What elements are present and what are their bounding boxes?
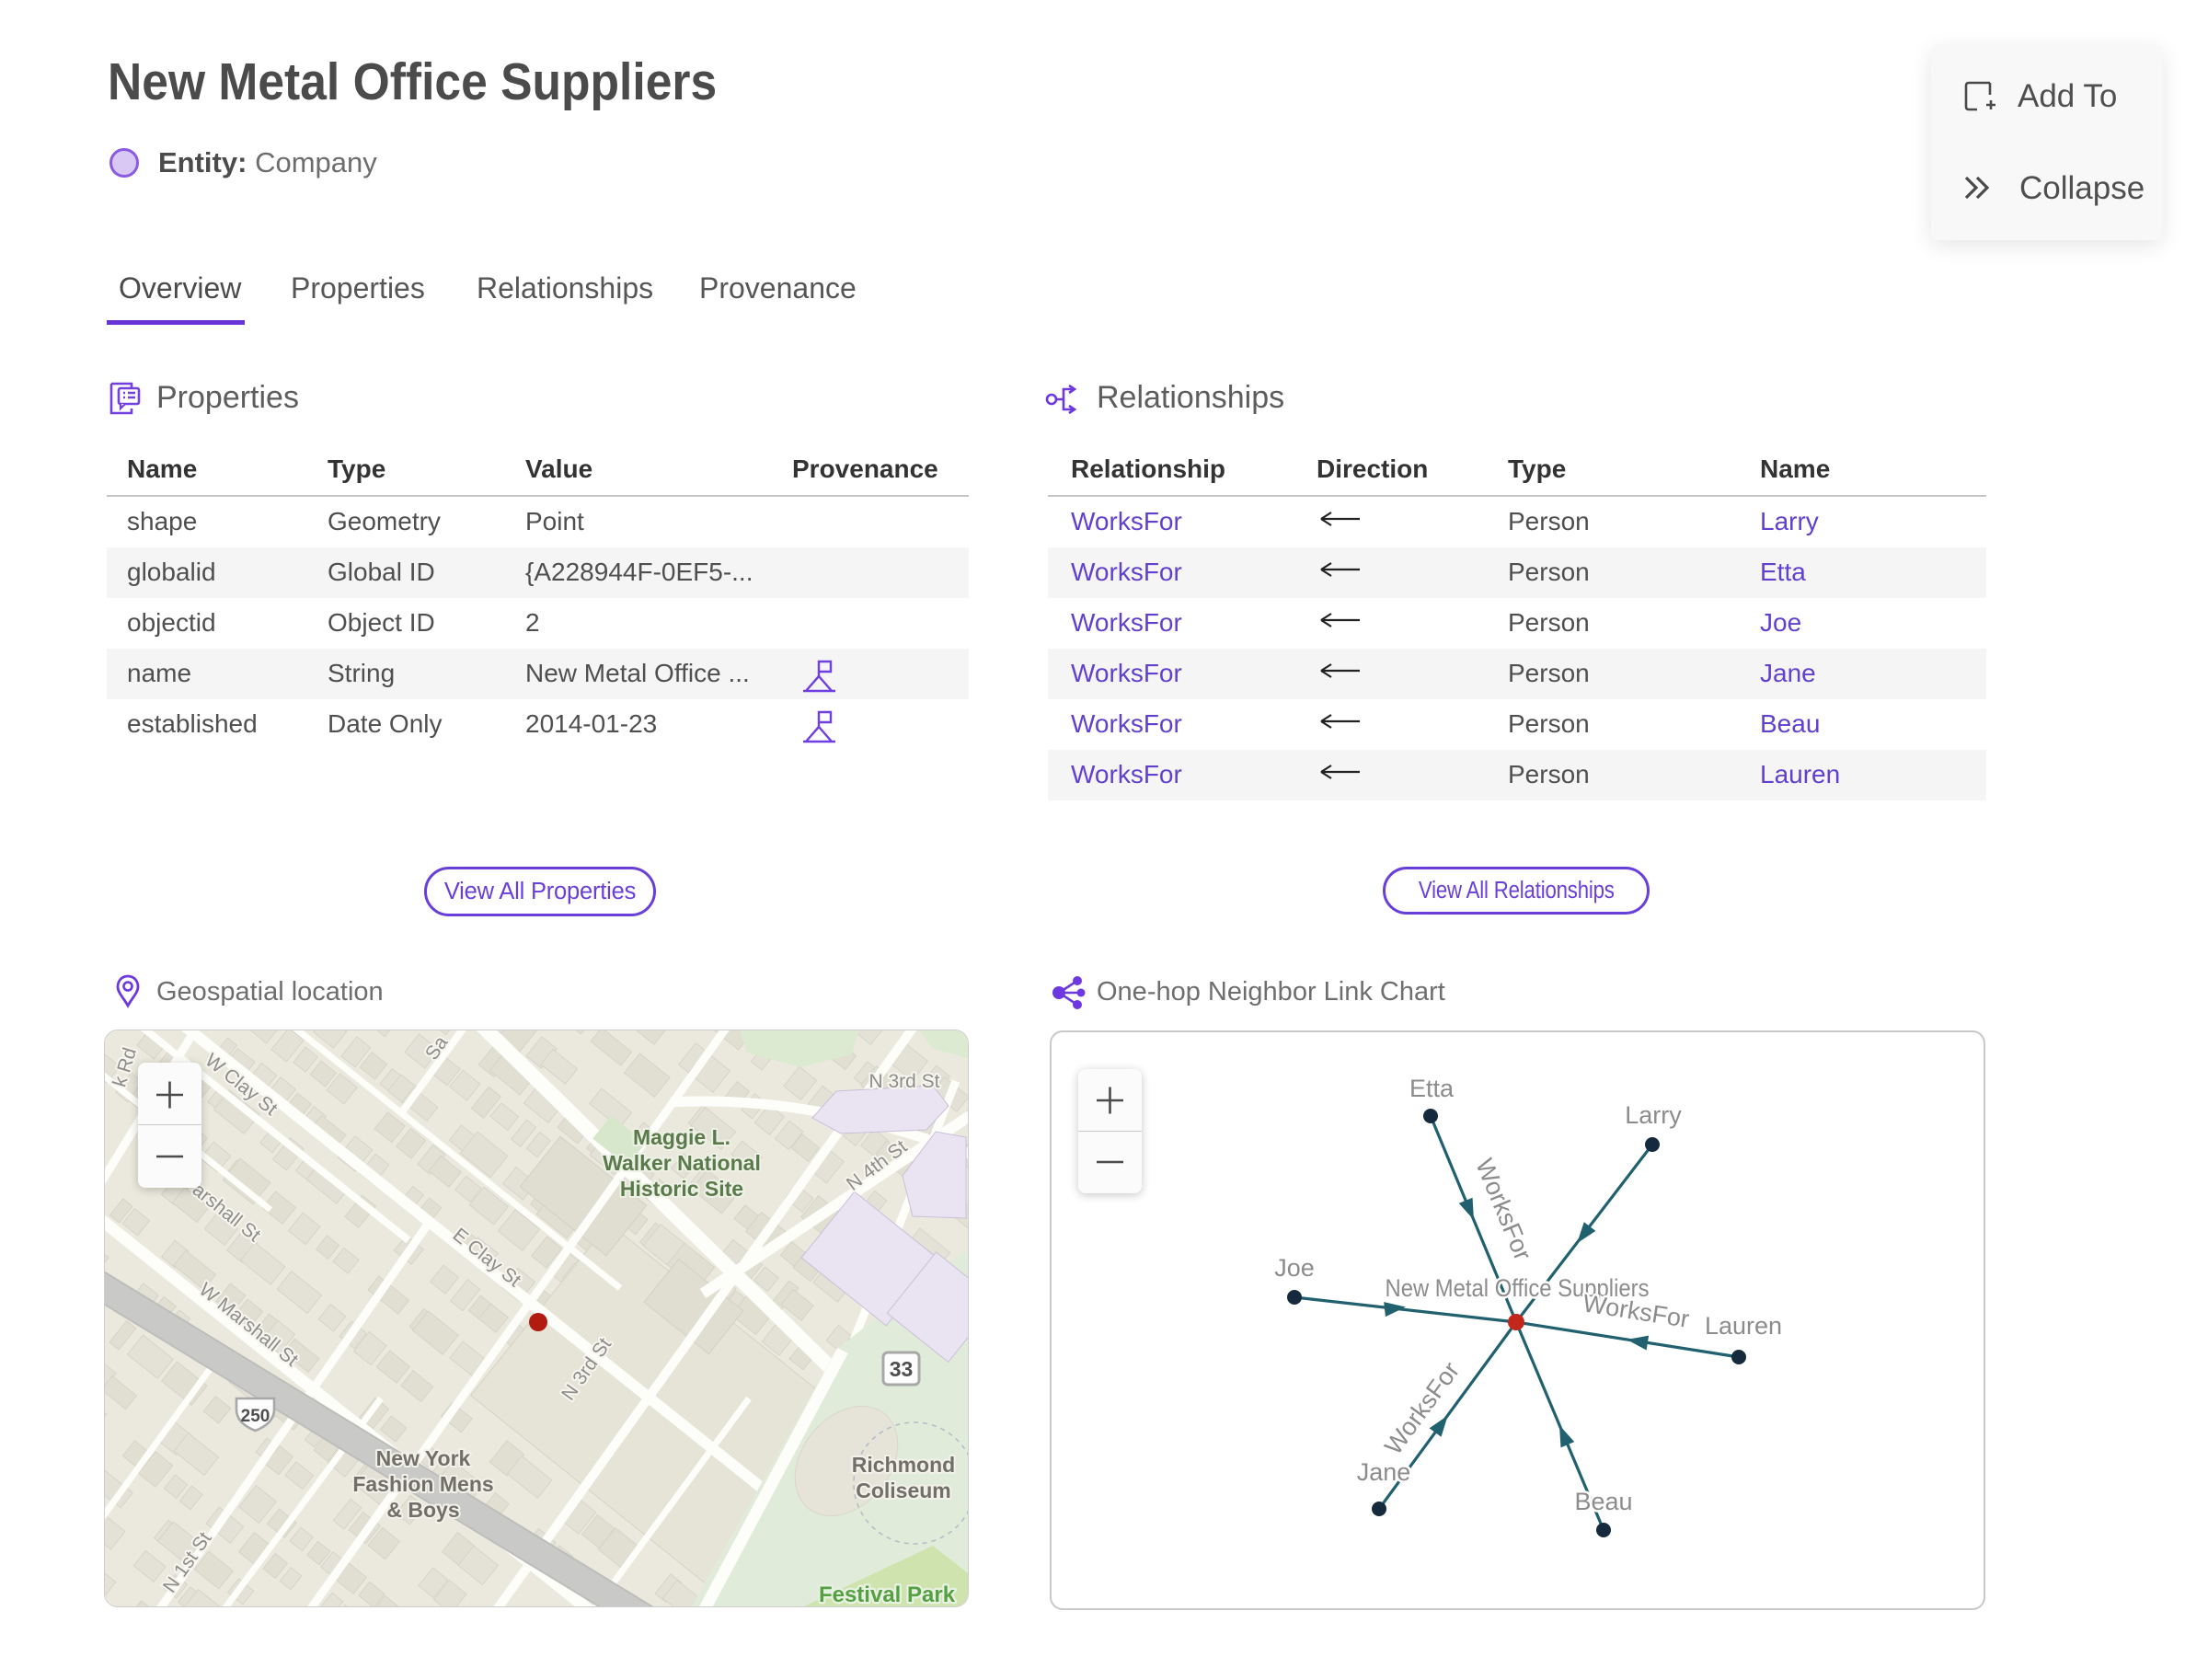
svg-text:Maggie L.: Maggie L. [633,1125,730,1149]
svg-text:Fashion Mens: Fashion Mens [352,1472,493,1496]
svg-text:Historic Site: Historic Site [620,1177,743,1201]
svg-text:New York: New York [376,1446,471,1470]
svg-text:Festival Park: Festival Park [819,1582,956,1606]
svg-text:Richmond: Richmond [852,1453,955,1477]
svg-text:33: 33 [890,1357,914,1381]
svg-text:250: 250 [241,1407,270,1426]
svg-text:& Boys: & Boys [386,1498,459,1522]
svg-text:Etta: Etta [1409,1075,1455,1102]
svg-text:Walker National: Walker National [603,1151,761,1175]
svg-text:Lauren: Lauren [1705,1312,1782,1340]
svg-text:Coliseum: Coliseum [856,1479,951,1502]
svg-text:Jane: Jane [1357,1458,1411,1486]
svg-text:N 3rd St: N 3rd St [868,1071,939,1092]
svg-text:Joe: Joe [1274,1254,1315,1282]
svg-text:Larry: Larry [1625,1101,1682,1129]
svg-text:WorksFor: WorksFor [1470,1155,1536,1264]
svg-text:Beau: Beau [1574,1488,1632,1515]
